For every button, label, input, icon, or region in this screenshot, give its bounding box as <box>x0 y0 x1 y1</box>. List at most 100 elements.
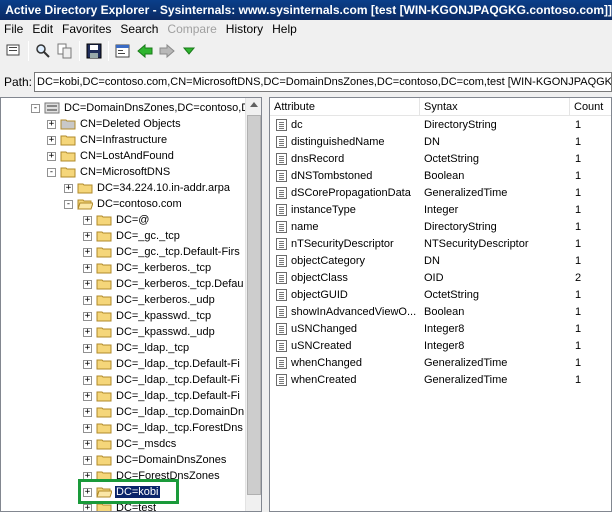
column-header-attribute[interactable]: Attribute <box>270 98 420 116</box>
tree-item[interactable]: + CN=Infrastructure <box>47 132 168 148</box>
tree-item[interactable]: + DC=_gc._tcp.Default-Firs <box>83 244 241 260</box>
expand-icon[interactable]: + <box>64 183 73 193</box>
expand-icon[interactable]: + <box>83 423 92 433</box>
menu-help[interactable]: Help <box>268 22 302 36</box>
table-row[interactable]: dNSTombstoned Boolean 1 <box>270 168 611 185</box>
expand-icon[interactable]: + <box>83 247 92 257</box>
tree-item-label[interactable]: DC=DomainDnsZones <box>115 454 227 466</box>
expand-icon[interactable]: + <box>47 135 56 145</box>
tree-item-label[interactable]: DC=_kerberos._tcp.Defau <box>115 278 244 290</box>
table-row[interactable]: nTSecurityDescriptor NTSecurityDescriptor… <box>270 236 611 253</box>
expand-icon[interactable]: + <box>83 279 92 289</box>
scrollbar-thumb[interactable] <box>247 115 261 495</box>
expand-icon[interactable]: + <box>83 231 92 241</box>
tree-item-label[interactable]: CN=MicrosoftDNS <box>79 166 171 178</box>
expand-icon[interactable]: + <box>83 359 92 369</box>
tree-item[interactable]: + DC=_ldap._tcp.ForestDns <box>83 420 244 436</box>
expand-icon[interactable]: + <box>83 215 92 225</box>
tree-item-label[interactable]: DC=_kerberos._udp <box>115 294 216 306</box>
search-button[interactable] <box>32 40 54 62</box>
table-row[interactable]: dnsRecord OctetString 1 <box>270 151 611 168</box>
menu-edit[interactable]: Edit <box>28 22 58 36</box>
tree-item[interactable]: + DC=_kpasswd._udp <box>83 324 216 340</box>
save-button[interactable] <box>83 40 105 62</box>
tree-item-label[interactable]: DC=_ldap._tcp.DomainDn <box>115 406 245 418</box>
menu-history[interactable]: History <box>222 22 268 36</box>
table-row[interactable]: objectCategory DN 1 <box>270 253 611 270</box>
column-header-syntax[interactable]: Syntax <box>420 98 570 116</box>
expand-icon[interactable]: + <box>83 391 92 401</box>
expand-icon[interactable]: + <box>83 343 92 353</box>
tree-item[interactable]: + DC=_ldap._tcp.Default-Fi <box>83 372 241 388</box>
table-row[interactable]: distinguishedName DN 1 <box>270 134 611 151</box>
table-row[interactable]: dSCorePropagationData GeneralizedTime 1 <box>270 185 611 202</box>
tree-item[interactable]: + DC=DomainDnsZones <box>83 452 227 468</box>
expand-icon[interactable]: + <box>47 119 56 129</box>
tree-item-label[interactable]: DC=_ldap._tcp.Default-Fi <box>115 390 241 402</box>
tree-item-label[interactable]: DC=_ldap._tcp <box>115 342 190 354</box>
expand-icon[interactable]: + <box>83 327 92 337</box>
expand-icon[interactable]: + <box>83 375 92 385</box>
table-row[interactable]: whenChanged GeneralizedTime 1 <box>270 355 611 372</box>
history-dropdown-button[interactable] <box>178 40 200 62</box>
expand-icon[interactable]: + <box>83 503 92 511</box>
tree-item-label[interactable]: CN=Deleted Objects <box>79 118 182 130</box>
expand-icon[interactable]: + <box>47 151 56 161</box>
tree-item-label[interactable]: CN=Infrastructure <box>79 134 168 146</box>
menu-search[interactable]: Search <box>116 22 163 36</box>
tree-item[interactable]: + DC=_kerberos._tcp.Defau <box>83 276 244 292</box>
back-button[interactable] <box>134 40 156 62</box>
tree-item[interactable]: + DC=_ldap._tcp.Default-Fi <box>83 356 241 372</box>
connect-button[interactable] <box>3 40 25 62</box>
table-row[interactable]: objectGUID OctetString 1 <box>270 287 611 304</box>
table-row[interactable]: dc DirectoryString 1 <box>270 117 611 134</box>
expand-icon[interactable]: + <box>83 407 92 417</box>
tree-item[interactable]: - DC=contoso.com <box>64 196 183 212</box>
tree-item[interactable]: + DC=_gc._tcp <box>83 228 181 244</box>
tree-scrollbar[interactable] <box>245 98 261 511</box>
table-row[interactable]: uSNCreated Integer8 1 <box>270 338 611 355</box>
tree-item-label[interactable]: DC=_gc._tcp <box>115 230 181 242</box>
tree-item-label[interactable]: DC=_ldap._tcp.Default-Fi <box>115 374 241 386</box>
table-row[interactable]: whenCreated GeneralizedTime 1 <box>270 372 611 389</box>
tree-item[interactable]: + DC=_kerberos._tcp <box>83 260 212 276</box>
table-row[interactable]: name DirectoryString 1 <box>270 219 611 236</box>
properties-button[interactable] <box>112 40 134 62</box>
collapse-icon[interactable]: - <box>47 167 56 177</box>
tree-item-label[interactable]: DC=contoso.com <box>96 198 183 210</box>
tree-item-label[interactable]: DC=_ldap._tcp.Default-Fi <box>115 358 241 370</box>
column-header-count[interactable]: Count <box>570 98 611 116</box>
tree-item-label[interactable]: DC=_kpasswd._udp <box>115 326 216 338</box>
tree-item[interactable]: + DC=34.224.10.in-addr.arpa <box>64 180 231 196</box>
tree-item[interactable]: + DC=_ldap._tcp.DomainDn <box>83 404 245 420</box>
expand-icon[interactable]: + <box>83 295 92 305</box>
menu-file[interactable]: File <box>0 22 28 36</box>
expand-icon[interactable]: + <box>83 439 92 449</box>
tree-item-label[interactable]: DC=_gc._tcp.Default-Firs <box>115 246 241 258</box>
tree-item-label[interactable]: DC=_msdcs <box>115 438 177 450</box>
table-row[interactable]: instanceType Integer 1 <box>270 202 611 219</box>
forward-button[interactable] <box>156 40 178 62</box>
tree-item-label[interactable]: DC=DomainDnsZones,DC=contoso,DC <box>63 102 247 114</box>
tree-item-label[interactable]: DC=_kerberos._tcp <box>115 262 212 274</box>
tree-item-label[interactable]: DC=34.224.10.in-addr.arpa <box>96 182 231 194</box>
collapse-icon[interactable]: - <box>64 199 73 209</box>
tree-item[interactable]: + DC=_ldap._tcp.Default-Fi <box>83 388 241 404</box>
tree-item[interactable]: - DC=DomainDnsZones,DC=contoso,DC <box>31 100 247 116</box>
path-field[interactable]: DC=kobi,DC=contoso.com,CN=MicrosoftDNS,D… <box>34 72 612 92</box>
tree-item[interactable]: - CN=MicrosoftDNS <box>47 164 171 180</box>
tree-item[interactable]: + DC=@ <box>83 212 150 228</box>
expand-icon[interactable]: + <box>83 455 92 465</box>
tree-item[interactable]: + DC=_msdcs <box>83 436 177 452</box>
tree-item-label[interactable]: DC=@ <box>115 214 150 226</box>
table-row[interactable]: objectClass OID 2 <box>270 270 611 287</box>
menu-favorites[interactable]: Favorites <box>58 22 116 36</box>
collapse-icon[interactable]: - <box>31 103 40 113</box>
tree-item[interactable]: + DC=_kerberos._udp <box>83 292 216 308</box>
tree-item-label[interactable]: CN=LostAndFound <box>79 150 175 162</box>
tree-item[interactable]: + DC=_ldap._tcp <box>83 340 190 356</box>
table-row[interactable]: uSNChanged Integer8 1 <box>270 321 611 338</box>
expand-icon[interactable]: + <box>83 311 92 321</box>
tree-item-label[interactable]: DC=_kpasswd._tcp <box>115 310 212 322</box>
expand-icon[interactable]: + <box>83 263 92 273</box>
